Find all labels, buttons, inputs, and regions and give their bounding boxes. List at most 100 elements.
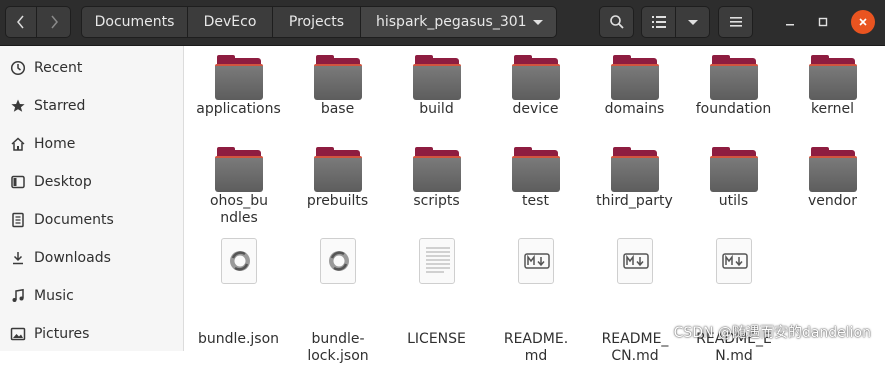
folder-item[interactable]: third_party: [585, 138, 684, 230]
folder-item[interactable]: utils: [684, 138, 783, 230]
file-label: applications: [196, 101, 281, 117]
sidebar-item-label: Recent: [34, 60, 83, 76]
folder-icon: [512, 147, 560, 194]
search-icon: [609, 15, 624, 29]
desktop-icon: [9, 173, 27, 191]
folder-icon: [215, 55, 263, 102]
watermark: CSDN @随遇而安的dandelion: [673, 325, 871, 341]
current-folder-label: hispark_pegasus_301: [376, 14, 527, 30]
folder-item[interactable]: device: [486, 46, 585, 138]
markdown-file-icon: [516, 238, 556, 288]
file-item[interactable]: README_CN.md: [585, 230, 684, 364]
sidebar-item-desktop[interactable]: Desktop: [0, 163, 183, 201]
folder-item[interactable]: kernel: [783, 46, 882, 138]
breadcrumb-deveco[interactable]: DevEco: [187, 6, 273, 38]
sidebar-item-label: Documents: [34, 212, 114, 228]
sidebar-item-label: Desktop: [34, 174, 92, 190]
folder-icon: [809, 55, 857, 102]
file-label: domains: [604, 101, 665, 117]
sidebar-item-pictures[interactable]: Pictures: [0, 315, 183, 353]
folder-icon: [710, 147, 758, 194]
folder-item[interactable]: prebuilts: [288, 138, 387, 230]
breadcrumb-documents[interactable]: Documents: [81, 6, 188, 38]
breadcrumb-current-folder[interactable]: hispark_pegasus_301: [360, 6, 557, 38]
folder-icon: [314, 147, 362, 194]
sidebar-item-recent[interactable]: Recent: [0, 49, 183, 87]
chevron-down-icon: [687, 19, 698, 25]
folder-item[interactable]: vendor: [783, 138, 882, 230]
back-button[interactable]: [5, 6, 37, 38]
file-label: foundation: [695, 101, 772, 117]
file-label: ohos_bundles: [209, 193, 269, 226]
file-label: base: [320, 101, 355, 117]
list-view-button[interactable]: [641, 6, 676, 38]
file-grid: applications base build device domains f…: [185, 46, 885, 364]
markdown-file-icon: [615, 238, 655, 288]
folder-item[interactable]: base: [288, 46, 387, 138]
sidebar-item-label: Downloads: [34, 250, 111, 266]
dropdown-arrow-icon: [533, 20, 543, 25]
file-item[interactable]: bundle-lock.json: [288, 230, 387, 364]
folder-item[interactable]: scripts: [387, 138, 486, 230]
chevron-left-icon: [17, 15, 24, 29]
folder-icon: [611, 147, 659, 194]
folder-item[interactable]: ohos_bundles: [189, 138, 288, 230]
hamburger-menu-icon: [729, 17, 742, 27]
clock-icon: [9, 59, 27, 77]
file-label: utils: [718, 193, 749, 209]
json-file-icon: [219, 238, 259, 288]
menu-button[interactable]: [718, 6, 753, 38]
file-label: prebuilts: [306, 193, 369, 209]
music-icon: [9, 287, 27, 305]
close-button[interactable]: [851, 10, 875, 34]
file-label: test: [522, 193, 549, 209]
places-sidebar: Recent Starred Home Desktop Documents Do…: [0, 46, 184, 351]
view-options-button[interactable]: [675, 6, 710, 38]
sidebar-item-label: Music: [34, 288, 74, 304]
folder-icon: [215, 147, 263, 194]
folder-icon: [809, 147, 857, 194]
file-label: bundle-lock.json: [307, 331, 369, 364]
folder-icon: [413, 55, 461, 102]
home-icon: [9, 135, 27, 153]
json-file-icon: [318, 238, 358, 288]
maximize-icon: [818, 17, 828, 27]
file-label: scripts: [413, 193, 460, 209]
folder-item[interactable]: build: [387, 46, 486, 138]
folder-item[interactable]: domains: [585, 46, 684, 138]
minimize-icon: [786, 24, 794, 26]
sidebar-item-music[interactable]: Music: [0, 277, 183, 315]
file-label: LICENSE: [407, 331, 466, 347]
minimize-button[interactable]: [778, 10, 802, 34]
file-item[interactable]: README.md: [486, 230, 585, 364]
sidebar-item-label: Home: [34, 136, 76, 152]
file-label: build: [419, 101, 454, 117]
file-item[interactable]: bundle.json: [189, 230, 288, 347]
folder-icon: [314, 55, 362, 102]
markdown-file-icon: [714, 238, 754, 288]
document-icon: [9, 211, 27, 229]
sidebar-item-starred[interactable]: Starred: [0, 87, 183, 125]
folder-item[interactable]: foundation: [684, 46, 783, 138]
folder-icon: [710, 55, 758, 102]
chevron-right-icon: [50, 15, 58, 29]
sidebar-item-downloads[interactable]: Downloads: [0, 239, 183, 277]
breadcrumb-projects[interactable]: Projects: [272, 6, 361, 38]
file-item[interactable]: LICENSE: [387, 230, 486, 347]
file-label: README.md: [503, 331, 569, 364]
star-icon: [9, 97, 27, 115]
sidebar-item-home[interactable]: Home: [0, 125, 183, 163]
forward-button[interactable]: [36, 6, 71, 38]
sidebar-item-label: Pictures: [34, 326, 90, 342]
folder-item[interactable]: test: [486, 138, 585, 230]
header-bar: Documents DevEco Projects hispark_pegasu…: [0, 0, 885, 46]
folder-icon: [611, 55, 659, 102]
list-view-icon: [651, 16, 666, 28]
folder-icon: [512, 55, 560, 102]
text-file-icon: [417, 238, 457, 288]
folder-item[interactable]: applications: [189, 46, 288, 138]
search-button[interactable]: [599, 6, 634, 38]
maximize-button[interactable]: [811, 10, 835, 34]
close-icon: [859, 18, 867, 26]
sidebar-item-documents[interactable]: Documents: [0, 201, 183, 239]
